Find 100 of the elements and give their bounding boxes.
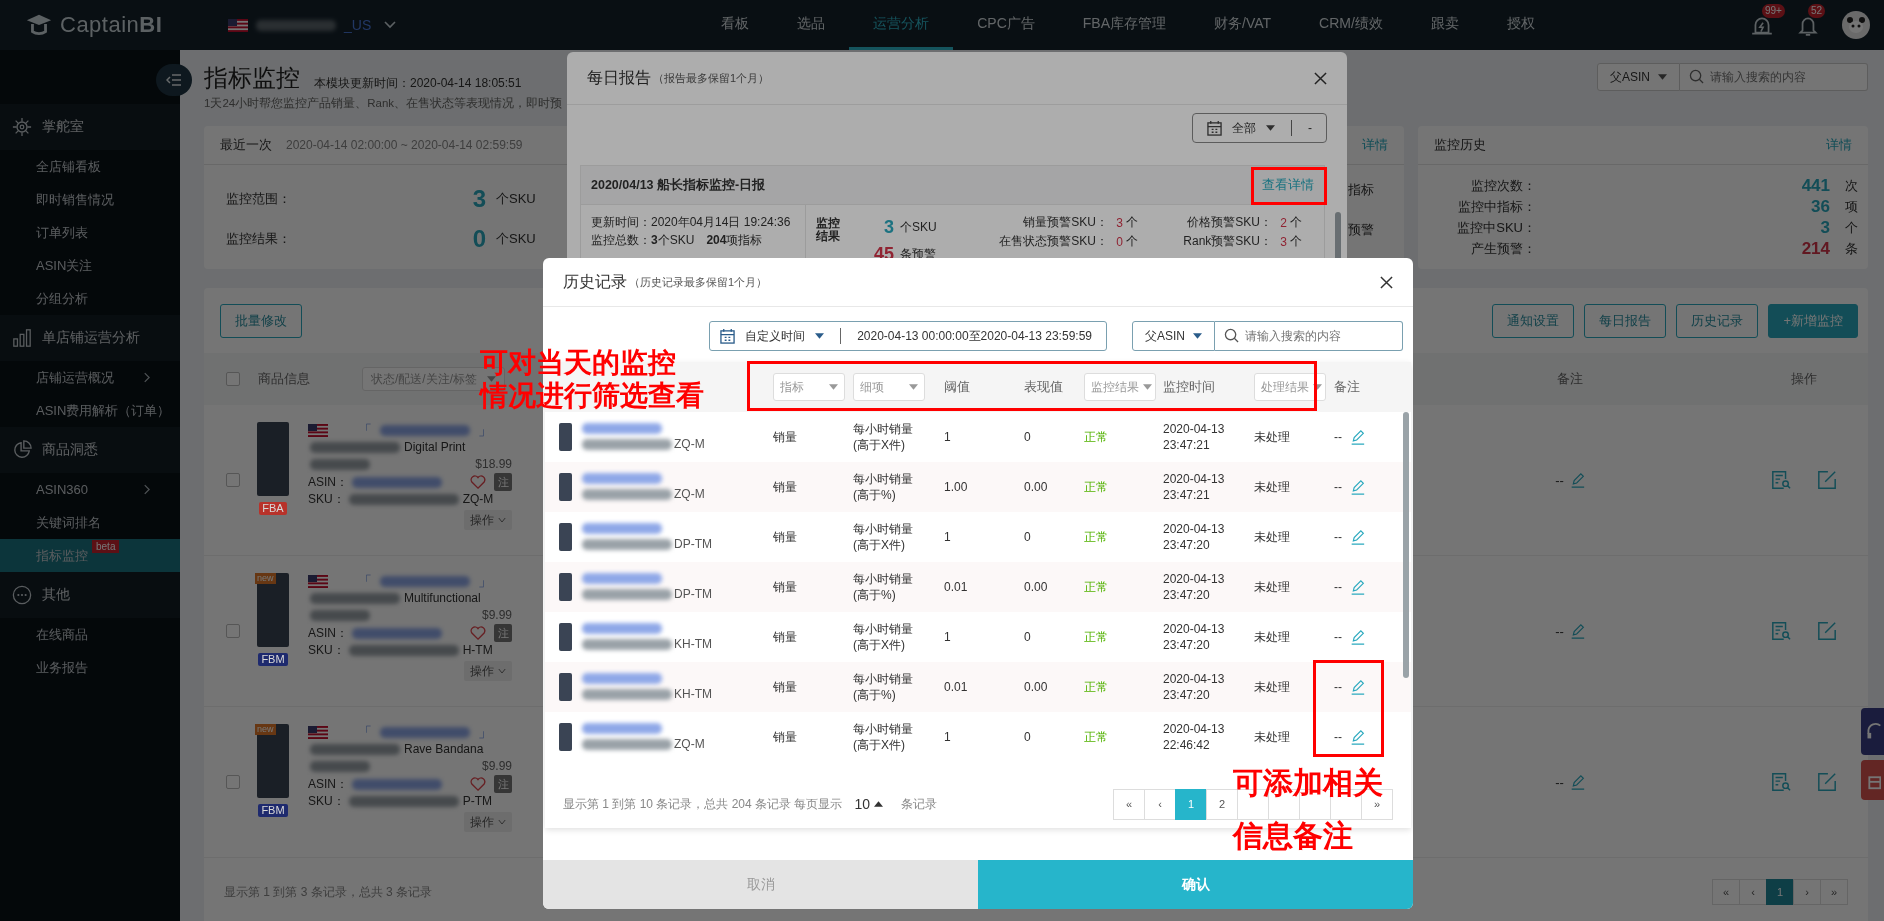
- page-button[interactable]: «: [1113, 788, 1145, 820]
- photo-placeholder: [559, 573, 572, 601]
- sidebar-item[interactable]: ASIN360: [0, 473, 180, 506]
- sidebar-item[interactable]: 全店铺看板: [0, 150, 180, 183]
- chevron-right-icon: [143, 484, 150, 495]
- pencil-icon[interactable]: [1569, 623, 1585, 639]
- pencil-icon[interactable]: [1350, 579, 1365, 595]
- table-cell-text: 2020-04-13 23:47:21: [1163, 471, 1226, 503]
- metric-label: 监控中SKU：: [1456, 218, 1536, 237]
- avatar-icon[interactable]: [1842, 11, 1870, 39]
- document-search-icon[interactable]: [1771, 470, 1791, 490]
- result-status: 正常: [1084, 629, 1108, 645]
- pencil-icon[interactable]: [1350, 679, 1365, 695]
- filter-dropdown[interactable]: 细项: [853, 373, 925, 401]
- nav-tab[interactable]: FBA库存管理: [1058, 0, 1191, 50]
- page-button[interactable]: ‹: [1739, 879, 1767, 905]
- actions-dropdown[interactable]: 操作: [464, 812, 512, 832]
- checkbox[interactable]: [226, 624, 240, 638]
- scrollbar[interactable]: [1403, 412, 1409, 678]
- page-button[interactable]: ›: [1793, 879, 1821, 905]
- pencil-icon[interactable]: [1350, 629, 1365, 645]
- sidebar-item[interactable]: 关键词排名: [0, 506, 180, 539]
- close-icon[interactable]: [1314, 71, 1327, 85]
- sidebar-item[interactable]: 在线商品: [0, 618, 180, 651]
- date-range-picker[interactable]: 自定义时间 2020-04-13 00:00:00至2020-04-13 23:59:59: [709, 321, 1107, 351]
- sidebar-item[interactable]: 店铺运营概况: [0, 361, 180, 394]
- sidebar-item[interactable]: 分组分析: [0, 282, 180, 315]
- scope-dropdown[interactable]: 父ASIN: [1132, 321, 1215, 351]
- metric-label: 预警: [1348, 221, 1374, 239]
- checkbox[interactable]: [226, 372, 240, 386]
- pencil-icon[interactable]: [1569, 472, 1585, 488]
- heart-icon[interactable]: [470, 626, 486, 640]
- details-link[interactable]: 详情: [1362, 136, 1388, 154]
- search-field[interactable]: 请输入搜索的内容: [1680, 63, 1868, 91]
- checkbox[interactable]: [226, 473, 240, 487]
- heart-icon[interactable]: [470, 777, 486, 791]
- document-search-icon[interactable]: [1771, 772, 1791, 792]
- pencil-icon[interactable]: [1569, 774, 1585, 790]
- pencil-icon[interactable]: [1350, 529, 1365, 545]
- toolbar-button[interactable]: 历史记录: [1676, 304, 1759, 338]
- calendar-icon: [1207, 120, 1222, 136]
- details-link[interactable]: 详情: [1826, 136, 1852, 154]
- collapse-sidebar-button[interactable]: [156, 64, 192, 96]
- close-icon[interactable]: [1380, 275, 1393, 289]
- toolbar-button[interactable]: 通知设置: [1492, 304, 1575, 338]
- toolbar-button[interactable]: +新增监控: [1768, 304, 1858, 338]
- search-field[interactable]: 请输入搜索的内容: [1215, 321, 1403, 351]
- sidebar-item[interactable]: 即时销售情况: [0, 183, 180, 216]
- confirm-button[interactable]: 确认: [978, 860, 1413, 909]
- checkbox[interactable]: [226, 775, 240, 789]
- cancel-button[interactable]: 取消: [543, 860, 978, 909]
- sidebar-item[interactable]: 指标监控 beta: [0, 539, 180, 572]
- bulk-edit-button[interactable]: 批量修改: [220, 304, 302, 338]
- note-text: --: [1334, 630, 1342, 644]
- nav-tab[interactable]: CRM/绩效: [1295, 0, 1407, 50]
- page-button[interactable]: 1: [1766, 879, 1794, 905]
- store-selector[interactable]: _US: [228, 17, 398, 33]
- customer-service-button[interactable]: [1861, 708, 1884, 755]
- document-search-icon[interactable]: [1771, 621, 1791, 641]
- nav-tab[interactable]: 授权: [1482, 0, 1559, 50]
- sku-suffix: ZQ-M: [674, 437, 705, 451]
- sidebar-group-header[interactable]: 其他: [0, 572, 180, 618]
- actions-dropdown[interactable]: 操作: [464, 661, 512, 681]
- nav-tab[interactable]: 跟卖: [1406, 0, 1483, 50]
- actions-dropdown[interactable]: 操作: [464, 510, 512, 530]
- sidebar-item[interactable]: 订单列表: [0, 216, 180, 249]
- sidebar-item[interactable]: ASIN关注: [0, 249, 180, 282]
- sidebar-group-header[interactable]: 单店铺运营分析: [0, 315, 180, 361]
- page-button[interactable]: «: [1712, 879, 1740, 905]
- heart-icon[interactable]: [470, 475, 486, 489]
- sidebar-item[interactable]: ASIN费用解析（订单）: [0, 394, 180, 427]
- sidebar-group-header[interactable]: 商品洞悉: [0, 427, 180, 473]
- nav-tab[interactable]: 财务/VAT: [1190, 0, 1296, 50]
- scope-dropdown[interactable]: 父ASIN: [1597, 63, 1680, 91]
- edit-icon[interactable]: [1817, 772, 1837, 792]
- pencil-icon[interactable]: [1350, 729, 1365, 745]
- note-text: --: [1334, 430, 1342, 444]
- page-size-dropdown[interactable]: 10: [854, 796, 883, 812]
- filter-dropdown[interactable]: 指标: [773, 373, 845, 401]
- sidebar-group-header[interactable]: 掌舵室: [0, 104, 180, 150]
- nav-tab[interactable]: CPC广告: [953, 0, 1059, 50]
- view-details-link[interactable]: 查看详情: [1262, 176, 1314, 194]
- nav-tab[interactable]: 看板: [697, 0, 774, 50]
- pencil-icon[interactable]: [1350, 429, 1365, 445]
- page-button[interactable]: »: [1820, 879, 1848, 905]
- page-button[interactable]: 1: [1175, 788, 1207, 820]
- sidebar-item[interactable]: 业务报告: [0, 651, 180, 684]
- toolbar-button[interactable]: 每日报告: [1584, 304, 1667, 338]
- edit-icon[interactable]: [1817, 621, 1837, 641]
- warning-unit: 个: [1126, 233, 1139, 250]
- filter-dropdown[interactable]: 监控结果: [1084, 373, 1156, 401]
- page-button[interactable]: ‹: [1144, 788, 1176, 820]
- date-filter[interactable]: 全部 -: [1192, 113, 1327, 143]
- gift-button[interactable]: [1861, 760, 1884, 800]
- pencil-icon[interactable]: [1350, 479, 1365, 495]
- page-button[interactable]: 2: [1206, 788, 1238, 820]
- filter-dropdown[interactable]: 处理结果: [1254, 373, 1326, 401]
- edit-icon[interactable]: [1817, 470, 1837, 490]
- nav-tab[interactable]: 选品: [773, 0, 850, 50]
- chevron-down-icon: [498, 517, 506, 523]
